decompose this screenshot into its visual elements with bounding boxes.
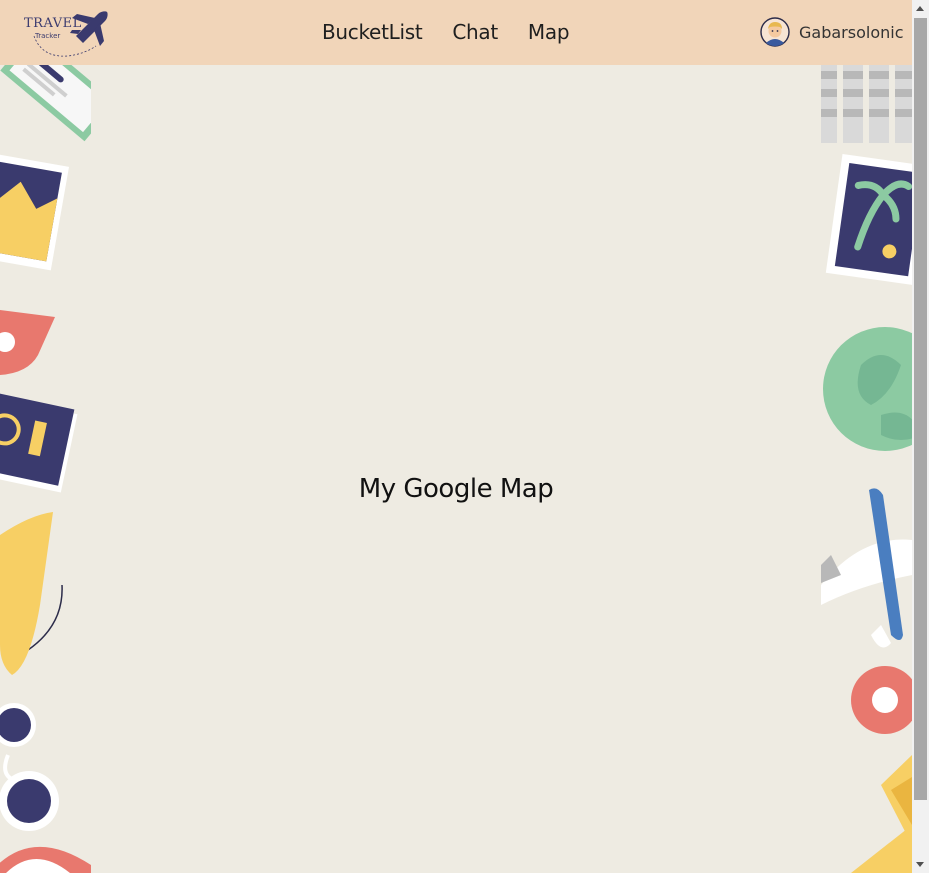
travel-doodles-right-icon <box>821 65 912 873</box>
travel-tracker-logo[interactable]: TRAVEL Tracker <box>22 6 114 60</box>
username: Gabarsolonic <box>799 22 904 42</box>
flight-path-icon <box>33 35 97 57</box>
avatar[interactable] <box>760 17 790 47</box>
user-menu[interactable]: Gabarsolonic <box>760 17 903 47</box>
nav-link-chat[interactable]: Chat <box>452 20 498 44</box>
right-travel-illustration <box>821 65 912 873</box>
main-nav: BucketList Chat Map <box>322 20 570 44</box>
scroll-up-icon[interactable] <box>916 6 924 11</box>
vertical-scrollbar[interactable] <box>912 0 929 873</box>
left-travel-illustration <box>0 65 91 873</box>
navbar: TRAVEL Tracker BucketList Chat Map Gabar… <box>0 0 912 65</box>
nav-link-bucketlist[interactable]: BucketList <box>322 20 423 44</box>
map-title: My Google Map <box>358 474 554 504</box>
nav-link-map[interactable]: Map <box>528 20 570 44</box>
scroll-thumb[interactable] <box>914 18 927 800</box>
scroll-down-icon[interactable] <box>916 862 924 867</box>
travel-doodles-left-icon <box>0 65 91 873</box>
